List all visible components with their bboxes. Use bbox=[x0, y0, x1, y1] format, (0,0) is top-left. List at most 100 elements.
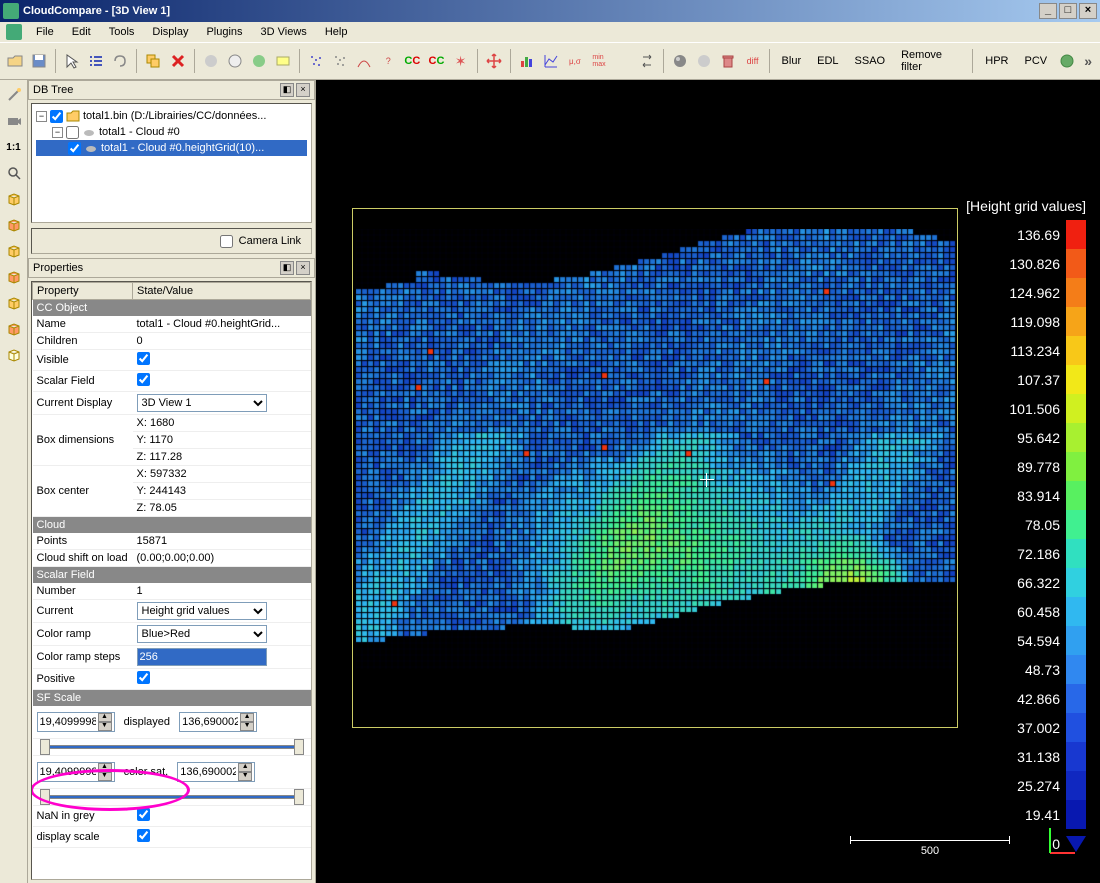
tree-checkbox[interactable] bbox=[50, 110, 63, 123]
maximize-inner-button[interactable]: □ bbox=[1059, 3, 1077, 19]
folder-icon bbox=[66, 109, 80, 123]
minmax-icon[interactable]: minmax bbox=[588, 49, 610, 73]
close-inner-button[interactable]: × bbox=[1079, 3, 1097, 19]
ssao-button[interactable]: SSAO bbox=[848, 49, 893, 73]
camera-link-label: Camera Link bbox=[239, 235, 301, 247]
list-button[interactable] bbox=[85, 49, 107, 73]
camera-link-checkbox[interactable] bbox=[220, 235, 233, 248]
color-ramp-select[interactable]: Blue>Red bbox=[137, 625, 267, 643]
arrows-icon[interactable] bbox=[636, 49, 658, 73]
prop-num-v: 1 bbox=[133, 583, 311, 600]
globe-icon[interactable] bbox=[1056, 49, 1078, 73]
zoom-icon[interactable] bbox=[3, 162, 25, 184]
save-button[interactable] bbox=[28, 49, 50, 73]
star-icon[interactable]: ✶ bbox=[450, 49, 472, 73]
nan-grey-checkbox[interactable] bbox=[137, 808, 150, 821]
one-to-one-icon[interactable]: 1:1 bbox=[3, 136, 25, 158]
minimize-inner-button[interactable]: _ bbox=[1039, 3, 1057, 19]
scatter1-icon[interactable] bbox=[305, 49, 327, 73]
display-scale-checkbox[interactable] bbox=[137, 829, 150, 842]
trash-icon[interactable] bbox=[717, 49, 739, 73]
sat-slider[interactable] bbox=[43, 795, 301, 799]
cube-zn-icon[interactable] bbox=[3, 318, 25, 340]
cc-icon[interactable]: CC bbox=[401, 49, 423, 73]
menu-edit[interactable]: Edit bbox=[64, 24, 99, 40]
dbtree-close-button[interactable]: × bbox=[296, 83, 310, 97]
tree-toggle-icon[interactable]: − bbox=[36, 111, 47, 122]
tree-row-root[interactable]: − total1.bin (D:/Librairies/CC/données..… bbox=[36, 108, 307, 124]
scalarfield-checkbox[interactable] bbox=[137, 373, 150, 386]
legend-swatch bbox=[1066, 597, 1086, 626]
prop-boxdim-k: Box dimensions bbox=[33, 415, 133, 466]
cube-xn-icon[interactable] bbox=[3, 214, 25, 236]
colorize-button[interactable] bbox=[200, 49, 222, 73]
3d-view[interactable]: [Height grid values] 136.69130.826124.96… bbox=[316, 80, 1100, 883]
menu-display[interactable]: Display bbox=[144, 24, 196, 40]
displayed-min-input[interactable]: ▲▼ bbox=[37, 712, 115, 732]
gradient-icon[interactable] bbox=[612, 49, 634, 73]
dbtree-title: DB Tree bbox=[33, 84, 73, 96]
props-undock-button[interactable]: ◧ bbox=[280, 261, 294, 275]
menu-file[interactable]: File bbox=[28, 24, 62, 40]
clone-button[interactable] bbox=[142, 49, 164, 73]
tree-row-cloud0[interactable]: − total1 - Cloud #0 bbox=[36, 124, 307, 140]
remove-filter-button[interactable]: Remove filter bbox=[894, 49, 967, 73]
positive-checkbox[interactable] bbox=[137, 671, 150, 684]
hpr-button[interactable]: HPR bbox=[978, 49, 1015, 73]
histogram-icon[interactable] bbox=[516, 49, 538, 73]
cube-yn-icon[interactable] bbox=[3, 266, 25, 288]
cc2-icon[interactable]: CC bbox=[425, 49, 447, 73]
menubar: File Edit Tools Display Plugins 3D Views… bbox=[0, 22, 1100, 42]
section-sfscale: SF Scale bbox=[33, 690, 311, 707]
current-display-select[interactable]: 3D View 1 bbox=[137, 394, 267, 412]
scatter2-icon[interactable] bbox=[329, 49, 351, 73]
pointer-button[interactable] bbox=[61, 49, 83, 73]
sat-min-input[interactable]: ▲▼ bbox=[37, 762, 115, 782]
sigma-icon[interactable]: μ,σ bbox=[564, 49, 586, 73]
tree-label: total1 - Cloud #0.heightGrid(10)... bbox=[101, 142, 264, 154]
tree-checkbox[interactable] bbox=[68, 142, 81, 155]
cube-xp-icon[interactable] bbox=[3, 188, 25, 210]
open-button[interactable] bbox=[4, 49, 26, 73]
prop-name-k: Name bbox=[33, 316, 133, 333]
diff-icon[interactable]: ? bbox=[377, 49, 399, 73]
legend-swatch bbox=[1066, 713, 1086, 742]
cube-yp-icon[interactable] bbox=[3, 240, 25, 262]
edl-button[interactable]: EDL bbox=[810, 49, 845, 73]
ball-icon[interactable] bbox=[669, 49, 691, 73]
displayed-slider[interactable] bbox=[43, 745, 301, 749]
color-ramp-steps-input[interactable] bbox=[137, 648, 267, 666]
visible-checkbox[interactable] bbox=[137, 352, 150, 365]
wand-icon[interactable] bbox=[3, 84, 25, 106]
menu-plugins[interactable]: Plugins bbox=[198, 24, 250, 40]
move-icon[interactable] bbox=[483, 49, 505, 73]
toolbar-overflow-button[interactable]: » bbox=[1080, 53, 1096, 69]
cube-iso-icon[interactable] bbox=[3, 344, 25, 366]
tree-checkbox[interactable] bbox=[66, 126, 79, 139]
tree-row-heightgrid[interactable]: total1 - Cloud #0.heightGrid(10)... bbox=[36, 140, 307, 156]
scale-bar: 500 bbox=[850, 840, 1010, 857]
props-close-button[interactable]: × bbox=[296, 261, 310, 275]
delete-button[interactable] bbox=[167, 49, 189, 73]
menu-help[interactable]: Help bbox=[317, 24, 356, 40]
menu-tools[interactable]: Tools bbox=[101, 24, 143, 40]
cube-zp-icon[interactable] bbox=[3, 292, 25, 314]
label-button[interactable] bbox=[272, 49, 294, 73]
menu-3dviews[interactable]: 3D Views bbox=[253, 24, 315, 40]
diff-label-icon[interactable]: diff bbox=[742, 49, 764, 73]
camera-icon[interactable] bbox=[3, 110, 25, 132]
normals-button[interactable] bbox=[224, 49, 246, 73]
light-icon[interactable] bbox=[693, 49, 715, 73]
lasso-button[interactable] bbox=[109, 49, 131, 73]
pcv-button[interactable]: PCV bbox=[1017, 49, 1054, 73]
graph-icon[interactable] bbox=[540, 49, 562, 73]
dbtree-undock-button[interactable]: ◧ bbox=[280, 83, 294, 97]
sphere-button[interactable] bbox=[248, 49, 270, 73]
titlebar: CloudCompare - [3D View 1] _ □ × bbox=[0, 0, 1100, 22]
current-select[interactable]: Height grid values bbox=[137, 602, 267, 620]
blur-button[interactable]: Blur bbox=[775, 49, 809, 73]
sample-icon[interactable] bbox=[353, 49, 375, 73]
tree-toggle-icon[interactable]: − bbox=[52, 127, 63, 138]
sat-max-input[interactable]: ▲▼ bbox=[177, 762, 255, 782]
displayed-max-input[interactable]: ▲▼ bbox=[179, 712, 257, 732]
